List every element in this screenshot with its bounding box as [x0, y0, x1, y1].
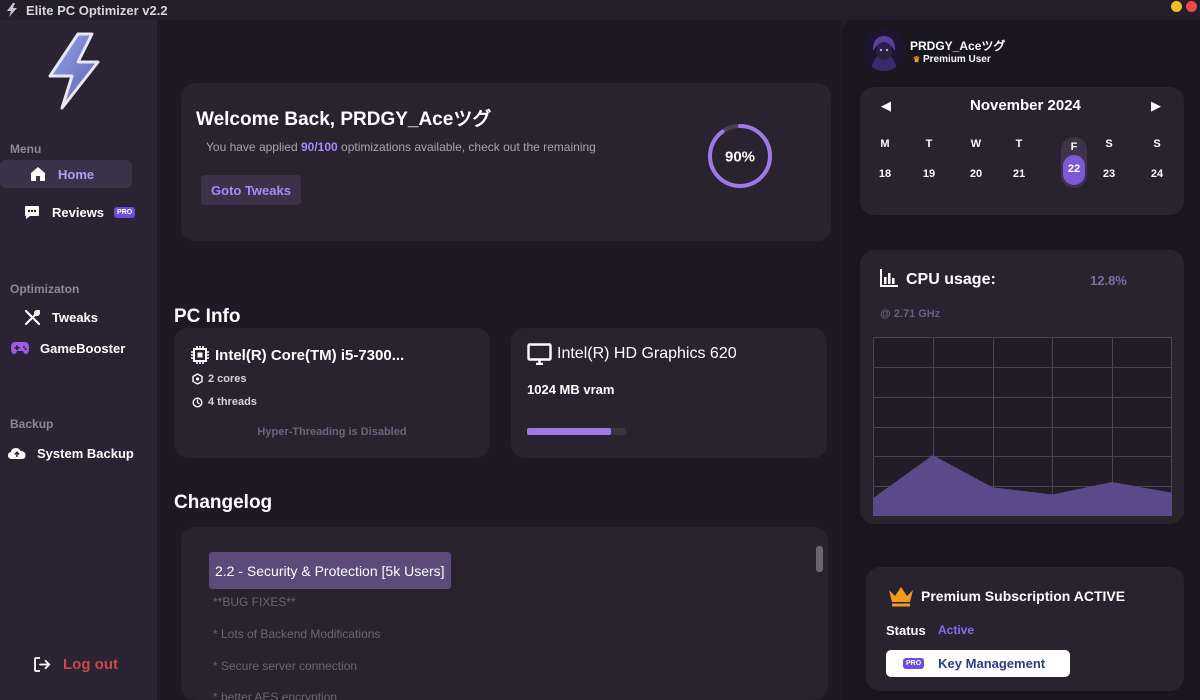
changelog-heading: Changelog — [174, 492, 273, 513]
gamepad-icon — [10, 341, 30, 355]
cpu-usage-title: CPU usage: — [906, 271, 996, 288]
optimization-progress-ring: 90% — [708, 124, 772, 188]
gpu-name: Intel(R) HD Graphics 620 — [557, 345, 737, 362]
menu-section-label: Menu — [10, 142, 42, 156]
sidebar-item-system-backup[interactable]: System Backup — [0, 439, 134, 467]
sidebar-item-label: Tweaks — [52, 309, 99, 325]
changelog-line: * better AES encryption — [213, 690, 338, 700]
sidebar-item-gamebooster[interactable]: GameBooster — [0, 334, 125, 362]
welcome-subtitle: You have applied 90/100 optimizations av… — [206, 140, 596, 154]
cpu-chip-icon — [190, 345, 210, 365]
logout-icon — [34, 657, 51, 672]
vram-usage-fill — [527, 428, 612, 435]
sidebar-item-label: Reviews — [52, 204, 105, 220]
sidebar-item-home[interactable]: Home — [0, 160, 132, 188]
welcome-title: Welcome Back, PRDGY_Aceツグ — [196, 109, 492, 130]
calendar-day[interactable]: 19 — [917, 168, 941, 180]
optimization-section-label: Optimizaton — [10, 282, 80, 296]
changelog-line: * Secure server connection — [213, 659, 358, 673]
close-button[interactable] — [1186, 1, 1197, 12]
crown-icon — [887, 585, 915, 612]
avatar-icon — [863, 29, 905, 71]
bar-chart-icon — [879, 268, 899, 293]
calendar-weekday: W — [970, 138, 982, 150]
cores-icon — [192, 373, 203, 385]
cpu-frequency: @ 2.71 GHz — [880, 308, 941, 320]
calendar-day[interactable]: 23 — [1097, 168, 1121, 180]
calendar-month: November 2024 — [970, 97, 1081, 114]
avatar[interactable] — [863, 29, 905, 71]
threads-icon — [192, 396, 203, 408]
calendar-prev-button[interactable]: ◀ — [881, 98, 891, 114]
cpu-cores: 2 cores — [208, 373, 247, 385]
status-value: Active — [938, 623, 975, 637]
vram-usage-bar — [527, 428, 626, 435]
calendar-weekday: T — [925, 138, 933, 150]
gpu-info-card: Intel(R) HD Graphics 620 1024 MB vram — [511, 328, 827, 458]
cpu-threads: 4 threads — [208, 396, 257, 408]
pc-info-heading: PC Info — [174, 306, 241, 327]
calendar-weekday: T — [1015, 138, 1023, 150]
cpu-usage-value: 12.8% — [1090, 273, 1127, 288]
crown-small-icon: ♛ — [913, 55, 921, 64]
chat-icon — [22, 205, 42, 220]
sidebar-item-label: Home — [58, 166, 95, 182]
calendar-weekday: S — [1153, 138, 1161, 150]
user-name: PRDGY_Aceツグ — [910, 39, 1006, 53]
home-icon — [28, 166, 48, 182]
key-management-label: Key Management — [938, 656, 1046, 671]
changelog-line: **BUG FIXES** — [213, 595, 296, 609]
calendar-day[interactable]: 24 — [1145, 168, 1169, 180]
key-management-button[interactable]: PRO Key Management — [886, 650, 1070, 677]
status-label: Status — [886, 623, 926, 638]
goto-tweaks-button[interactable]: Goto Tweaks — [201, 175, 301, 205]
hyperthreading-note: Hyper-Threading is Disabled — [257, 426, 407, 438]
changelog-panel[interactable]: 2.2 - Security & Protection [5k Users] *… — [181, 527, 828, 700]
calendar-day[interactable]: 21 — [1007, 168, 1031, 180]
changelog-entry-title: 2.2 - Security & Protection [5k Users] — [209, 552, 451, 589]
backup-section-label: Backup — [10, 417, 54, 431]
sidebar-item-label: GameBooster — [40, 340, 126, 356]
progress-label: 90% — [725, 149, 755, 166]
minimize-button[interactable] — [1171, 1, 1182, 12]
cloud-upload-icon — [7, 447, 27, 460]
changelog-scrollbar[interactable] — [816, 546, 823, 572]
pro-badge: PRO — [114, 206, 136, 218]
cpu-info-card: Intel(R) Core(TM) i5-7300... 2 cores 4 t… — [174, 328, 490, 458]
calendar-next-button[interactable]: ▶ — [1151, 98, 1161, 114]
sidebar-item-label: System Backup — [37, 445, 134, 461]
cpu-usage-graph — [873, 337, 1172, 516]
calendar-day-selected[interactable]: 22 — [1062, 163, 1086, 175]
cpu-name: Intel(R) Core(TM) i5-7300... — [215, 346, 405, 364]
monitor-icon — [527, 343, 552, 365]
logout-label: Log out — [63, 656, 118, 673]
calendar-day[interactable]: 20 — [964, 168, 988, 180]
changelog-line: * Lots of Backend Modifications — [213, 627, 381, 641]
calendar-weekday: F — [1070, 141, 1078, 153]
sidebar-item-tweaks[interactable]: Tweaks — [0, 303, 98, 331]
pro-badge: PRO — [903, 658, 925, 669]
title-bar: Elite PC Optimizer v2.2 — [0, 0, 1200, 20]
sidebar-item-reviews[interactable]: Reviews PRO — [0, 198, 136, 226]
calendar-weekday: S — [1105, 138, 1113, 150]
user-role: ♛ Premium User — [913, 54, 991, 65]
gpu-vram: 1024 MB vram — [527, 382, 615, 397]
premium-title: Premium Subscription ACTIVE — [921, 588, 1126, 604]
optimizations-count: 90/100 — [300, 140, 338, 154]
logout-button[interactable]: Log out — [34, 656, 118, 673]
wrench-icon — [22, 309, 42, 326]
window-title: Elite PC Optimizer v2.2 — [26, 3, 168, 18]
calendar-day[interactable]: 18 — [873, 168, 897, 180]
app-bolt-logo-icon — [40, 32, 110, 117]
calendar-weekday: M — [880, 138, 890, 150]
welcome-card: Welcome Back, PRDGY_Aceツグ You have appli… — [181, 83, 831, 241]
